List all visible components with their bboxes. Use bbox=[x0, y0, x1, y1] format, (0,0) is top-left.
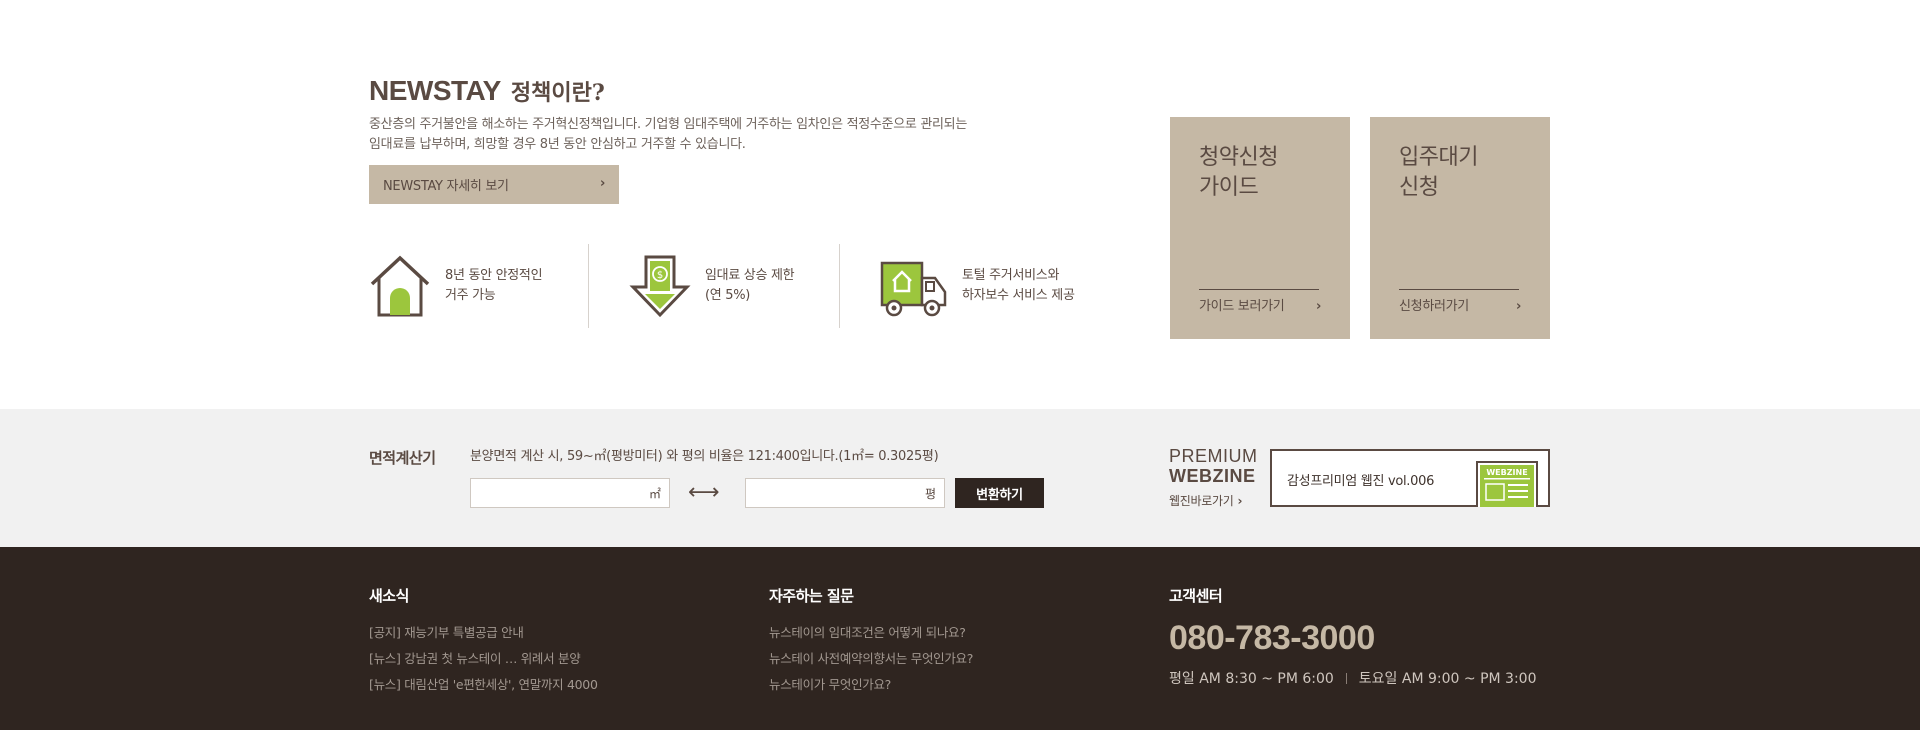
sqm-input[interactable] bbox=[471, 479, 641, 507]
chevron-right-icon: › bbox=[1515, 299, 1521, 314]
footer: 새소식 [공지] 재능기부 특별공급 안내 [뉴스] 강남권 첫 뉴스테이 … … bbox=[0, 547, 1920, 730]
webzine-banner-text: 감성프리미엄 웹진 vol.006 bbox=[1287, 474, 1435, 489]
double-arrow-icon: ⟷ bbox=[688, 480, 720, 505]
cta-title-line: 청약신청 bbox=[1199, 145, 1278, 170]
feature-text-line: 임대료 상승 제한 bbox=[705, 268, 795, 283]
cta-title: 청약신청 가이드 bbox=[1199, 143, 1278, 203]
house-icon bbox=[370, 255, 430, 317]
sqm-unit: ㎡ bbox=[648, 486, 661, 501]
cta-title: 입주대기 신청 bbox=[1399, 143, 1478, 203]
divider bbox=[1345, 672, 1347, 684]
faq-heading[interactable]: 자주하는 질문 bbox=[769, 585, 973, 606]
cta-link-label: 신청하러가기 bbox=[1399, 299, 1469, 314]
feature-text-line: 하자보수 서비스 제공 bbox=[962, 288, 1075, 303]
chevron-right-icon: › bbox=[599, 176, 605, 191]
pyeong-field[interactable]: 평 bbox=[745, 478, 945, 508]
intro-subtitle: 정책이란? bbox=[510, 80, 605, 106]
guide-link[interactable]: 가이드 보러가기 › bbox=[1199, 297, 1321, 317]
svg-text:$: $ bbox=[657, 270, 663, 281]
webzine-thumb-label: WEBZINE bbox=[1486, 468, 1527, 477]
news-item[interactable]: [공지] 재능기부 특별공급 안내 bbox=[369, 620, 598, 646]
waitlist-apply-card[interactable]: 입주대기 신청 신청하러가기 › bbox=[1370, 117, 1550, 339]
cta-title-line: 가이드 bbox=[1199, 175, 1259, 200]
news-list: [공지] 재능기부 특별공급 안내 [뉴스] 강남권 첫 뉴스테이 … 위례서 … bbox=[369, 620, 598, 698]
webzine-banner[interactable]: 감성프리미엄 웹진 vol.006 WEBZINE bbox=[1270, 449, 1550, 507]
saturday-hours: 토요일 AM 9:00 ~ PM 3:00 bbox=[1358, 671, 1537, 687]
calculator-label: 면적계산기 bbox=[369, 449, 436, 467]
area-calculator-band: 면적계산기 분양면적 계산 시, 59~㎡(평방미터) 와 평의 비율은 121… bbox=[0, 409, 1920, 547]
news-heading[interactable]: 새소식 bbox=[369, 585, 598, 606]
support-phone: 080-783-3000 bbox=[1169, 619, 1375, 657]
cta-title-line: 입주대기 bbox=[1399, 145, 1478, 170]
sqm-field[interactable]: ㎡ bbox=[470, 478, 670, 508]
newstay-detail-button[interactable]: NEWSTAY 자세히 보기 › bbox=[369, 165, 619, 204]
divider bbox=[1399, 289, 1519, 290]
support-hours: 평일 AM 8:30 ~ PM 6:00 토요일 AM 9:00 ~ PM 3:… bbox=[1169, 668, 1536, 688]
weekday-hours: 평일 AM 8:30 ~ PM 6:00 bbox=[1169, 671, 1334, 687]
intro-title: NEWSTAY 정책이란? bbox=[369, 75, 1049, 109]
support-column: 고객센터 080-783-3000 평일 AM 8:30 ~ PM 6:00 토… bbox=[1169, 585, 1536, 688]
pyeong-input[interactable] bbox=[746, 479, 916, 507]
feature-text-line: 거주 가능 bbox=[445, 288, 496, 303]
price-down-arrow-icon: $ bbox=[629, 255, 691, 318]
feature-text-line: 8년 동안 안정적인 bbox=[445, 268, 543, 283]
calculator-description: 분양면적 계산 시, 59~㎡(평방미터) 와 평의 비율은 121:400입니… bbox=[470, 449, 939, 464]
faq-column: 자주하는 질문 뉴스테이의 임대조건은 어떻게 되나요? 뉴스테이 사전예약의향… bbox=[769, 585, 973, 698]
moving-truck-icon bbox=[880, 261, 947, 317]
brand-name: NEWSTAY bbox=[369, 75, 501, 106]
chevron-right-icon: › bbox=[1237, 494, 1243, 508]
news-item[interactable]: [뉴스] 강남권 첫 뉴스테이 … 위례서 분양 bbox=[369, 646, 598, 672]
feature-text: 임대료 상승 제한 (연 5%) bbox=[705, 266, 795, 306]
intro-description: 중산층의 주거불안을 해소하는 주거혁신정책입니다. 기업형 임대주택에 거주하… bbox=[369, 115, 1049, 155]
convert-button[interactable]: 변환하기 bbox=[955, 478, 1044, 508]
feature-text-line: 토털 주거서비스와 bbox=[962, 268, 1060, 283]
faq-list: 뉴스테이의 임대조건은 어떻게 되나요? 뉴스테이 사전예약의향서는 무엇인가요… bbox=[769, 620, 973, 698]
webzine-cover-icon: WEBZINE bbox=[1476, 461, 1538, 507]
news-column: 새소식 [공지] 재능기부 특별공급 안내 [뉴스] 강남권 첫 뉴스테이 … … bbox=[369, 585, 598, 698]
intro-desc-line: 중산층의 주거불안을 해소하는 주거혁신정책입니다. 기업형 임대주택에 거주하… bbox=[369, 117, 968, 132]
faq-item[interactable]: 뉴스테이가 무엇인가요? bbox=[769, 672, 973, 698]
faq-item[interactable]: 뉴스테이 사전예약의향서는 무엇인가요? bbox=[769, 646, 973, 672]
support-heading: 고객센터 bbox=[1169, 587, 1223, 605]
detail-button-label: NEWSTAY 자세히 보기 bbox=[383, 179, 509, 194]
news-item[interactable]: [뉴스] 대림산업 'e편한세상', 연말까지 4000 bbox=[369, 672, 598, 698]
chevron-right-icon: › bbox=[1315, 299, 1321, 314]
webzine-premium: PREMIUM bbox=[1169, 446, 1258, 466]
subscription-guide-card[interactable]: 청약신청 가이드 가이드 보러가기 › bbox=[1170, 117, 1350, 339]
feature-item: $ 임대료 상승 제한 (연 5%) bbox=[589, 244, 839, 328]
webzine-link-label: 웹진바로가기 bbox=[1169, 494, 1234, 508]
feature-list: 8년 동안 안정적인 거주 가능 $ 임대료 상승 제한 (연 5%) 토털 주… bbox=[369, 244, 1120, 330]
intro-desc-line: 임대료를 납부하며, 희망할 경우 8년 동안 안심하고 거주할 수 있습니다. bbox=[369, 137, 746, 152]
webzine-title: WEBZINE bbox=[1169, 466, 1256, 486]
feature-text: 토털 주거서비스와 하자보수 서비스 제공 bbox=[962, 266, 1075, 306]
newstay-intro-section: NEWSTAY 정책이란? 중산층의 주거불안을 해소하는 주거혁신정책입니다.… bbox=[0, 0, 1920, 409]
divider bbox=[1199, 289, 1319, 290]
feature-text: 8년 동안 안정적인 거주 가능 bbox=[445, 266, 543, 306]
webzine-label: PREMIUM WEBZINE 웹진바로가기 › bbox=[1169, 446, 1258, 509]
cta-title-line: 신청 bbox=[1399, 175, 1439, 200]
apply-link[interactable]: 신청하러가기 › bbox=[1399, 297, 1521, 317]
feature-item: 토털 주거서비스와 하자보수 서비스 제공 bbox=[840, 244, 1120, 328]
cta-link-label: 가이드 보러가기 bbox=[1199, 299, 1285, 314]
faq-item[interactable]: 뉴스테이의 임대조건은 어떻게 되나요? bbox=[769, 620, 973, 646]
webzine-link[interactable]: 웹진바로가기 › bbox=[1169, 492, 1258, 509]
feature-text-line: (연 5%) bbox=[705, 288, 751, 303]
feature-item: 8년 동안 안정적인 거주 가능 bbox=[369, 244, 588, 328]
intro-block: NEWSTAY 정책이란? 중산층의 주거불안을 해소하는 주거혁신정책입니다.… bbox=[369, 75, 1049, 204]
pyeong-unit: 평 bbox=[924, 486, 936, 501]
